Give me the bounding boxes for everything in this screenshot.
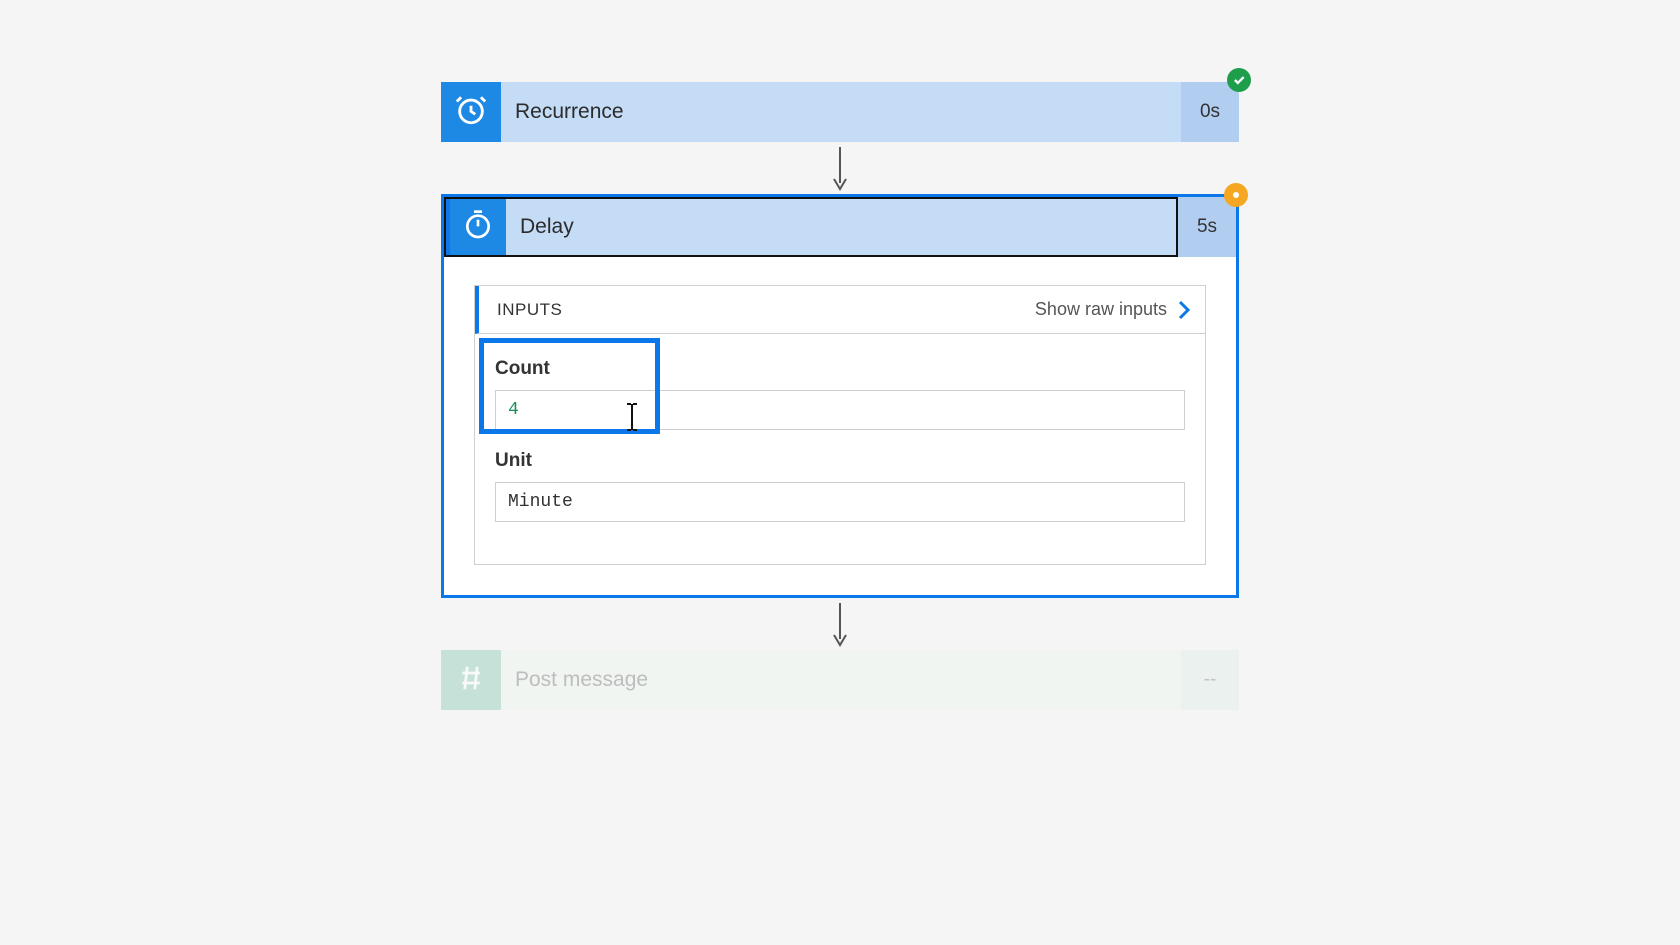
- post-message-icon-box: [441, 650, 501, 710]
- inputs-label: INPUTS: [497, 300, 1035, 320]
- step-title: Recurrence: [501, 82, 1181, 142]
- inputs-panel: INPUTS Show raw inputs Count: [474, 285, 1206, 565]
- delay-icon-box: [446, 199, 506, 255]
- show-raw-label: Show raw inputs: [1035, 299, 1167, 320]
- status-warning-icon: [1224, 183, 1248, 207]
- inputs-content: Count Unit: [475, 334, 1205, 564]
- inputs-header: INPUTS Show raw inputs: [475, 286, 1205, 334]
- field-label: Count: [495, 358, 1185, 380]
- step-time: 0s: [1181, 82, 1239, 142]
- step-title: Post message: [501, 650, 1181, 710]
- step-delay-body: INPUTS Show raw inputs Count: [444, 257, 1236, 595]
- step-time: --: [1181, 650, 1239, 710]
- timer-icon: [462, 209, 494, 246]
- field-label: Unit: [495, 450, 1185, 472]
- step-delay-header[interactable]: Delay 5s: [444, 197, 1236, 257]
- count-input[interactable]: [495, 390, 1185, 430]
- unit-input[interactable]: [495, 482, 1185, 522]
- step-recurrence[interactable]: Recurrence 0s: [441, 82, 1239, 142]
- step-post-message[interactable]: Post message --: [441, 650, 1239, 710]
- chevron-right-icon: [1177, 300, 1191, 320]
- flow-arrow: [441, 142, 1239, 194]
- hash-icon: [456, 663, 486, 698]
- field-unit: Unit: [495, 450, 1185, 522]
- show-raw-inputs-button[interactable]: Show raw inputs: [1035, 299, 1191, 320]
- alarm-clock-icon: [454, 93, 488, 132]
- status-success-icon: [1227, 68, 1251, 92]
- field-count: Count: [495, 358, 1185, 430]
- flow-arrow: [441, 598, 1239, 650]
- step-delay-expanded: Delay 5s INPUTS Show raw inputs: [441, 194, 1239, 598]
- step-title: Delay: [506, 199, 1176, 255]
- step-time: 5s: [1178, 197, 1236, 257]
- recurrence-icon-box: [441, 82, 501, 142]
